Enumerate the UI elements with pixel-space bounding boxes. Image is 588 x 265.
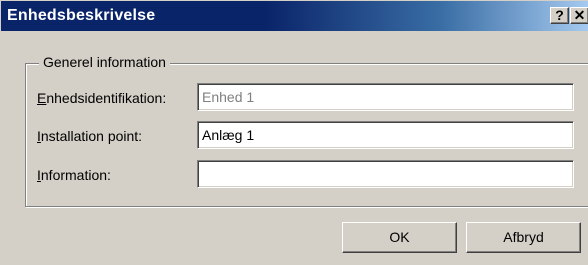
unit-id-label-accesskey: E — [37, 90, 47, 106]
installation-point-field[interactable]: Anlæg 1 — [197, 121, 574, 149]
installation-point-label: Installation point: — [37, 127, 142, 145]
close-button[interactable]: ✕ — [570, 7, 588, 24]
cancel-button[interactable]: Afbryd — [466, 222, 581, 253]
installation-point-label-text: nstallation point: — [40, 128, 143, 144]
unit-id-label: Enhedsidentifikation: — [37, 89, 166, 107]
information-label: Information: — [37, 166, 111, 184]
information-field[interactable] — [197, 160, 574, 188]
window-title: Enhedsbeskrivelse — [7, 7, 156, 24]
title-bar[interactable]: Enhedsbeskrivelse ? ✕ — [1, 1, 588, 31]
information-label-text: nformation: — [40, 167, 111, 183]
groupbox-title: Generel information — [39, 52, 170, 72]
help-button[interactable]: ? — [550, 7, 569, 24]
question-mark-icon: ? — [555, 7, 564, 23]
unit-id-label-text: nhedsidentifikation: — [46, 90, 167, 106]
unit-id-field: Enhed 1 — [197, 83, 574, 111]
ok-button[interactable]: OK — [342, 222, 457, 253]
dialog-window: Enhedsbeskrivelse ? ✕ Generel informatio… — [0, 0, 588, 265]
close-icon: ✕ — [573, 7, 586, 23]
